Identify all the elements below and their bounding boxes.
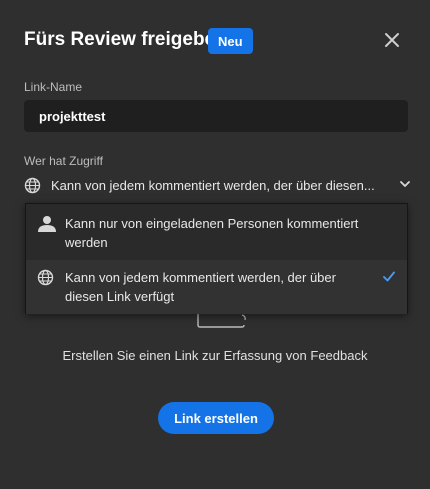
dialog-title: Fürs Review freigeben [24, 29, 227, 50]
chevron-down-icon [400, 181, 410, 187]
menu-item-label: Kann von jedem kommentiert werden, der ü… [65, 270, 336, 304]
access-options-menu: Kann nur von eingeladenen Personen komme… [25, 203, 408, 314]
empty-state-description: Erstellen Sie einen Link zur Erfassung v… [62, 348, 368, 363]
access-dropdown[interactable]: Kann von jedem kommentiert werden, der ü… [24, 174, 412, 196]
menu-item-invited-only[interactable]: Kann nur von eingeladenen Personen komme… [26, 204, 407, 260]
new-badge: Neu [208, 28, 253, 54]
share-for-review-dialog: “ Fürs Review freigeben Neu Link-Name We… [0, 0, 430, 489]
menu-item-label: Kann nur von eingeladenen Personen komme… [65, 216, 359, 250]
link-name-input[interactable] [24, 100, 408, 132]
person-icon [38, 216, 56, 232]
globe-icon [37, 269, 54, 286]
create-link-button[interactable]: Link erstellen [158, 402, 274, 434]
menu-item-anyone-with-link[interactable]: Kann von jedem kommentiert werden, der ü… [26, 260, 407, 314]
close-button[interactable] [381, 29, 403, 51]
checkmark-icon [383, 271, 395, 282]
globe-icon [24, 177, 41, 193]
link-name-label: Link-Name [24, 80, 83, 94]
close-icon [385, 33, 399, 47]
top-hint: “ [180, 0, 184, 8]
access-selected-text: Kann von jedem kommentiert werden, der ü… [51, 177, 375, 193]
access-label: Wer hat Zugriff [24, 154, 103, 168]
